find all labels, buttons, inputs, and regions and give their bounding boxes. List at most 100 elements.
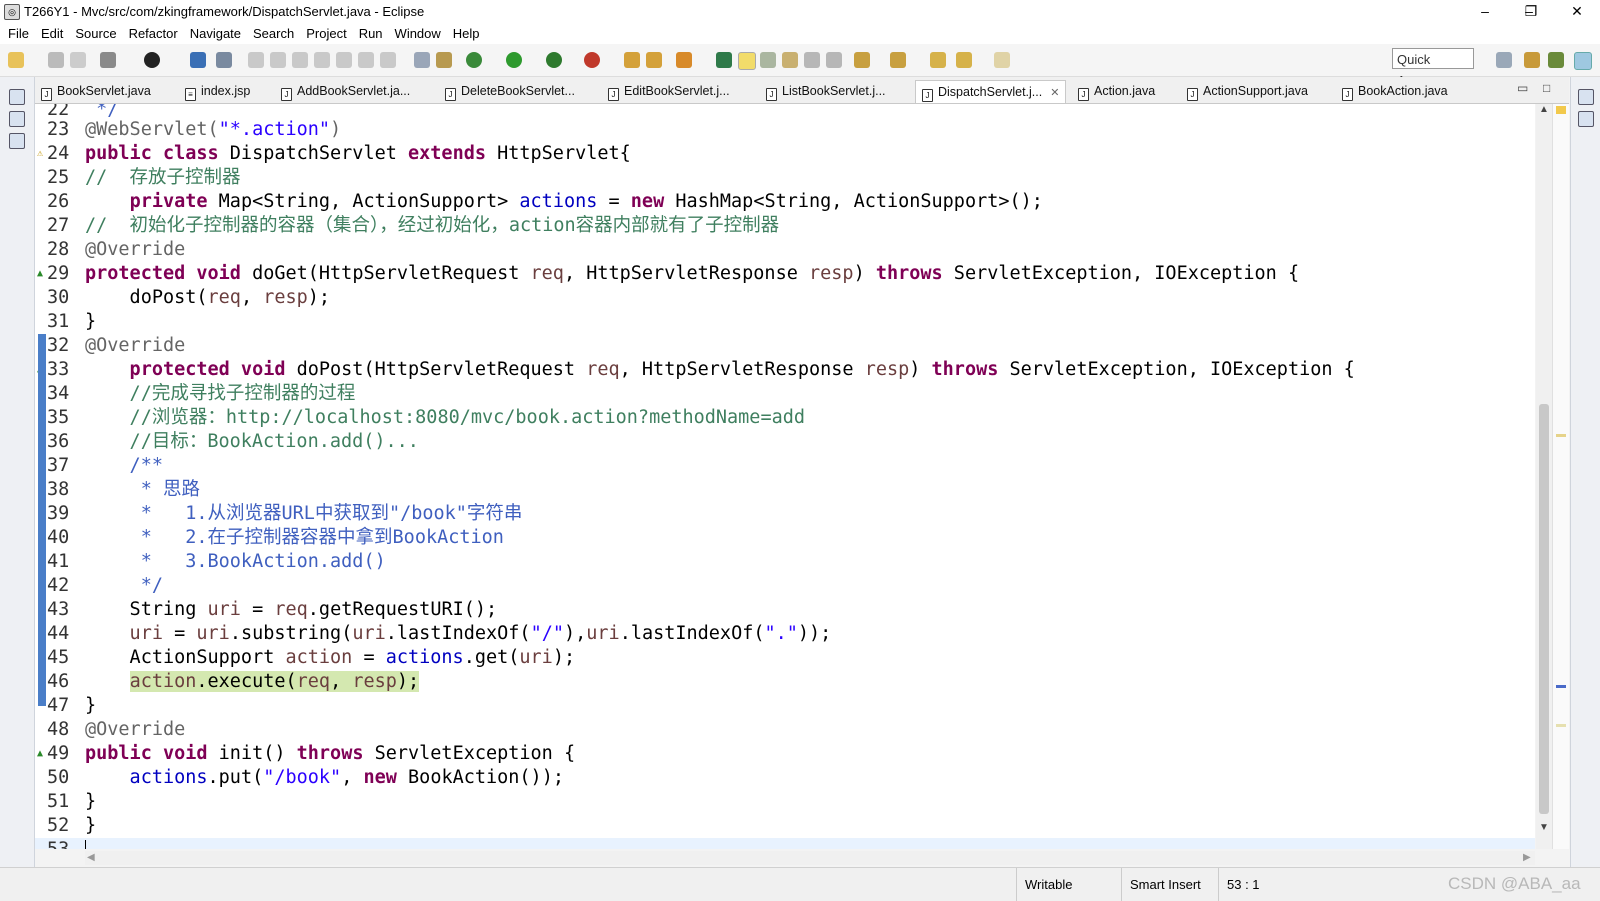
debug-perspective-icon[interactable]: [1574, 52, 1592, 70]
debug-run-icon[interactable]: [466, 52, 482, 68]
tab-actionsupport[interactable]: J ActionSupport.java: [1187, 80, 1308, 102]
menu-search[interactable]: Search: [247, 24, 300, 44]
external-tools-icon[interactable]: [584, 52, 600, 68]
skip-breakpoints-icon[interactable]: [216, 52, 232, 68]
open-perspective-icon[interactable]: [1496, 52, 1512, 68]
minimize-window-button[interactable]: –: [1462, 0, 1508, 24]
outline-icon[interactable]: [1578, 111, 1594, 127]
next-annotation-icon[interactable]: [854, 52, 870, 68]
code-line: 35 //浏览器：http://localhost:8080/mvc/book.…: [47, 407, 806, 428]
editor-tab-bar: J BookServlet.java ≡ index.jsp J AddBookSer…: [35, 77, 1569, 104]
previous-annotation-icon[interactable]: [890, 52, 906, 68]
override-marker-icon[interactable]: ▲: [37, 268, 47, 280]
quick-access-input[interactable]: Quick Access: [1392, 48, 1474, 88]
scroll-left-icon[interactable]: ◀: [87, 852, 95, 863]
occurrence-marker[interactable]: [1556, 434, 1566, 437]
toggle-highlight-icon[interactable]: [738, 52, 756, 70]
open-task-icon[interactable]: [646, 52, 662, 68]
tab-action[interactable]: J Action.java: [1078, 80, 1155, 102]
overview-ruler[interactable]: [1552, 104, 1569, 849]
jsp-file-icon: ≡: [185, 88, 196, 101]
code-line: ▲33 protected void doPost(HttpServletReq…: [35, 358, 1535, 382]
menu-source[interactable]: Source: [69, 24, 122, 44]
tab-addbookservlet[interactable]: J AddBookServlet.ja...: [281, 80, 410, 102]
tab-editbookservlet[interactable]: J EditBookServlet.j...: [608, 80, 730, 102]
save-all-icon[interactable]: [70, 52, 86, 68]
warning-marker-icon[interactable]: ⚠: [37, 148, 47, 160]
writable-status: Writable: [1016, 868, 1121, 901]
new-icon[interactable]: [8, 52, 24, 68]
use-step-filters-icon[interactable]: [436, 52, 452, 68]
save-icon[interactable]: [48, 52, 64, 68]
tab-bookaction[interactable]: J BookAction.java: [1342, 80, 1448, 102]
java-ee-perspective-icon[interactable]: [1524, 52, 1540, 68]
step-return-icon[interactable]: [380, 52, 396, 68]
suspend-icon[interactable]: [270, 52, 286, 68]
restore-view-icon[interactable]: [9, 89, 25, 105]
menu-edit[interactable]: Edit: [35, 24, 69, 44]
menu-project[interactable]: Project: [300, 24, 352, 44]
scroll-down-icon[interactable]: ▼: [1539, 822, 1549, 833]
step-into-icon[interactable]: [336, 52, 352, 68]
minimize-editor-icon[interactable]: ▭: [1517, 81, 1528, 95]
block-selection-icon[interactable]: [782, 52, 798, 68]
package-explorer-icon[interactable]: [9, 111, 25, 127]
code-line: 45 ActionSupport action = actions.get(ur…: [47, 647, 576, 668]
menu-window[interactable]: Window: [389, 24, 447, 44]
tab-dispatchservlet[interactable]: J DispatchServlet.j... ✕: [915, 80, 1067, 103]
title-bar: ◎ T266Y1 - Mvc/src/com/zkingframework/Di…: [0, 0, 1600, 24]
tab-deletebookservlet[interactable]: J DeleteBookServlet...: [445, 80, 575, 102]
csdn-watermark: CSDN @ABA_aa: [1448, 874, 1581, 893]
console-icon[interactable]: [190, 52, 206, 68]
run-server-icon[interactable]: [546, 52, 562, 68]
warning-overview-marker[interactable]: [1556, 106, 1566, 114]
code-line: ▲ 29 protected void doGet(HttpServletReque…: [37, 263, 1300, 284]
eclipse-app-icon: ◎: [4, 4, 20, 20]
cursor-position-status: 53 : 1: [1218, 868, 1317, 901]
menu-help[interactable]: Help: [447, 24, 486, 44]
open-type-icon[interactable]: [624, 52, 640, 68]
code-line: 47}: [47, 695, 97, 716]
toggle-mark-occurrences-icon[interactable]: [716, 52, 732, 68]
toggle-breadcrumb-icon[interactable]: [760, 52, 776, 68]
pilcrow-icon[interactable]: [826, 52, 842, 68]
back-arrow-icon[interactable]: [956, 52, 972, 68]
forward-arrow-icon[interactable]: [994, 52, 1010, 68]
resume-icon[interactable]: [248, 52, 264, 68]
tab-bookservlet[interactable]: J BookServlet.java: [41, 80, 151, 102]
override-marker-icon[interactable]: ▲: [37, 748, 47, 760]
scrollbar-thumb[interactable]: [1539, 404, 1549, 814]
scroll-up-icon[interactable]: ▲: [1539, 104, 1549, 115]
right-trim-bar: [1570, 77, 1600, 867]
show-whitespace-icon[interactable]: [804, 52, 820, 68]
horizontal-scrollbar[interactable]: ◀ ▶: [85, 851, 1535, 865]
occurrence-marker[interactable]: [1556, 724, 1566, 727]
highlight-overview-marker[interactable]: [1556, 685, 1566, 688]
tab-listbookservlet[interactable]: J ListBookServlet.j...: [766, 80, 886, 102]
menu-refactor[interactable]: Refactor: [123, 24, 184, 44]
debug-bug-icon[interactable]: [144, 52, 160, 68]
vertical-scrollbar[interactable]: ▲ ▼: [1536, 104, 1552, 849]
search-icon[interactable]: [676, 52, 692, 68]
close-tab-icon[interactable]: ✕: [1050, 87, 1059, 99]
navigator-icon[interactable]: [9, 133, 25, 149]
disconnect-icon[interactable]: [314, 52, 330, 68]
scroll-right-icon[interactable]: ▶: [1523, 852, 1531, 863]
brush-icon[interactable]: [100, 52, 116, 68]
maximize-editor-icon[interactable]: □: [1543, 81, 1550, 95]
menu-navigate[interactable]: Navigate: [184, 24, 247, 44]
tab-index-jsp[interactable]: ≡ index.jsp: [185, 80, 250, 102]
restore-window-button[interactable]: ❐: [1508, 0, 1554, 24]
run-icon[interactable]: [506, 52, 522, 68]
terminate-icon[interactable]: [292, 52, 308, 68]
step-over-icon[interactable]: [358, 52, 374, 68]
java-perspective-icon[interactable]: [1548, 52, 1564, 68]
menu-run[interactable]: Run: [353, 24, 389, 44]
menu-file[interactable]: File: [2, 24, 35, 44]
close-window-button[interactable]: ✕: [1554, 0, 1600, 24]
restore-outline-icon[interactable]: [1578, 89, 1594, 105]
code-editor[interactable]: 22 */ 23 @WebServlet("*.action") ⚠ 24 publi…: [35, 104, 1535, 849]
last-edit-location-icon[interactable]: [930, 52, 946, 68]
code-line: 39 * 1.从浏览器URL中获取到"/book"字符串: [47, 503, 523, 524]
drop-to-frame-icon[interactable]: [414, 52, 430, 68]
